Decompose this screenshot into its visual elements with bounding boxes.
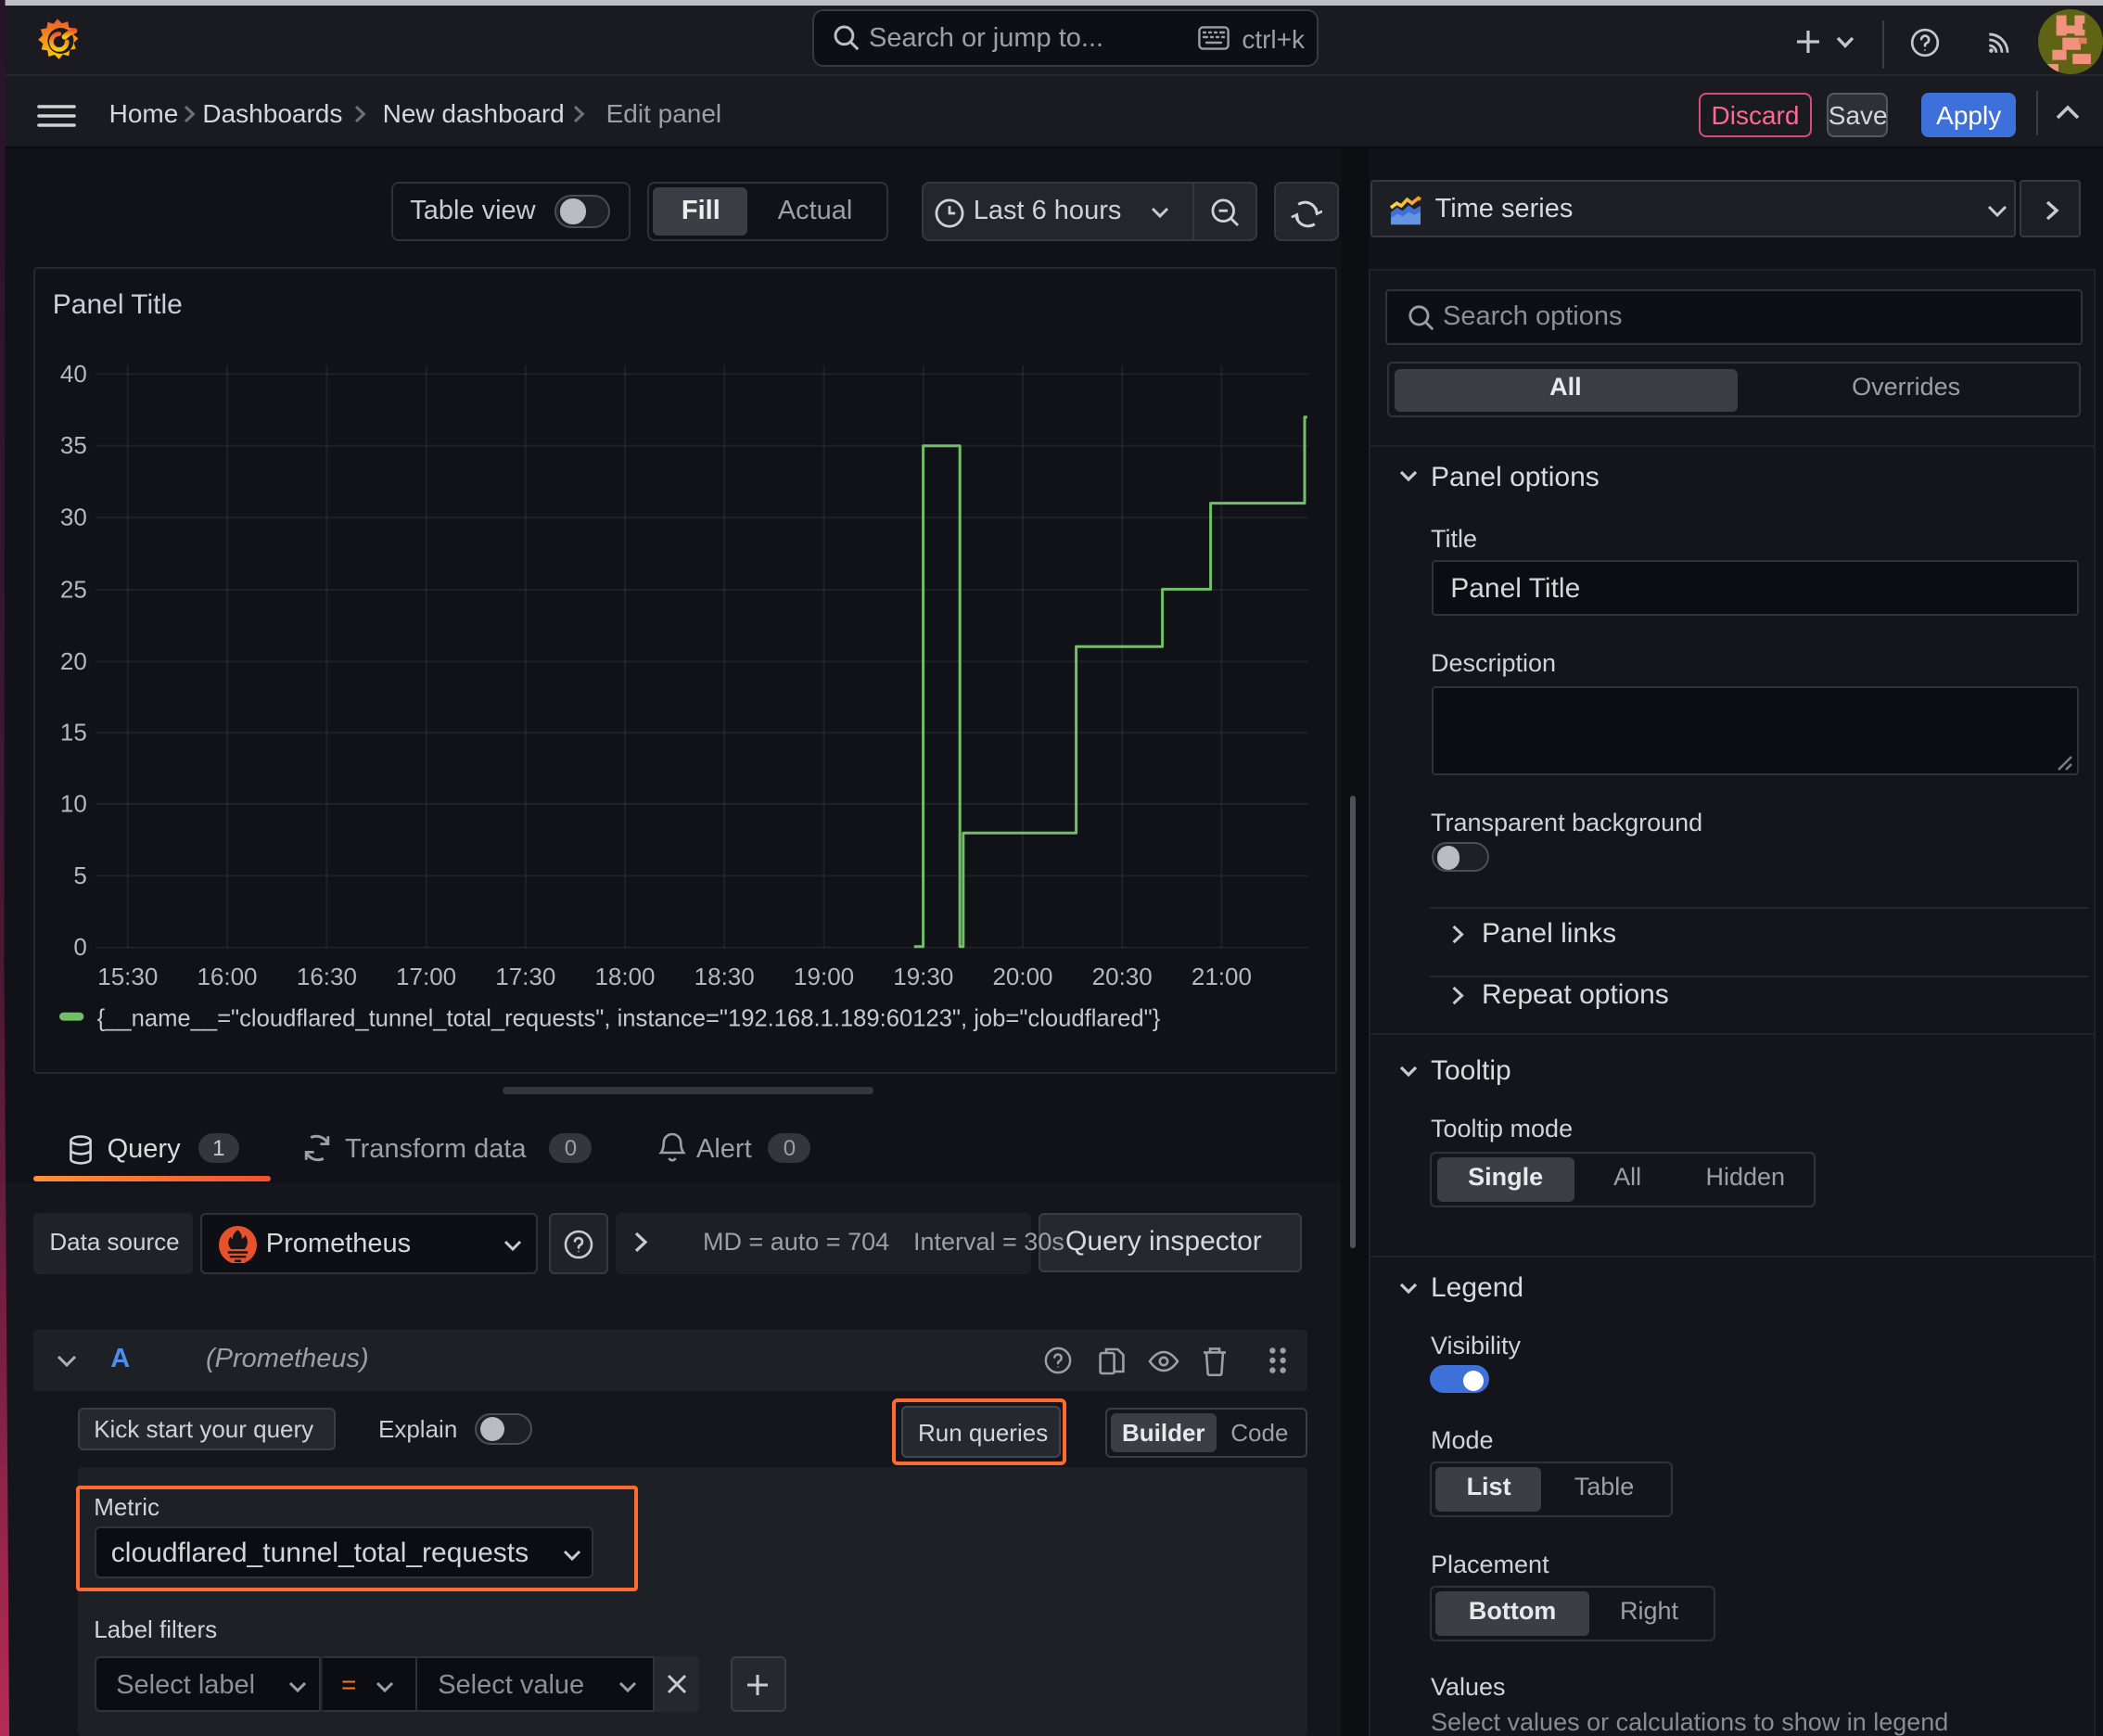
- svg-text:15:30: 15:30: [98, 962, 159, 989]
- svg-text:18:30: 18:30: [695, 962, 755, 989]
- svg-text:17:30: 17:30: [496, 962, 556, 989]
- svg-text:30: 30: [61, 503, 88, 530]
- svg-text:0: 0: [74, 933, 87, 961]
- svg-text:35: 35: [61, 431, 88, 459]
- svg-text:20:30: 20:30: [1092, 962, 1153, 989]
- svg-text:40: 40: [61, 359, 88, 387]
- svg-text:18:00: 18:00: [595, 962, 656, 989]
- svg-text:20: 20: [61, 646, 88, 674]
- svg-text:15: 15: [61, 718, 88, 746]
- svg-text:19:00: 19:00: [795, 962, 855, 989]
- svg-text:16:00: 16:00: [198, 962, 258, 989]
- svg-text:5: 5: [74, 861, 87, 888]
- svg-text:21:00: 21:00: [1192, 962, 1253, 989]
- svg-text:{__name__="cloudflared_tunnel_: {__name__="cloudflared_tunnel_total_requ…: [97, 1005, 1161, 1031]
- svg-text:16:30: 16:30: [298, 962, 358, 989]
- svg-text:20:00: 20:00: [993, 962, 1053, 989]
- svg-text:19:30: 19:30: [894, 962, 954, 989]
- svg-text:10: 10: [61, 789, 88, 817]
- svg-text:25: 25: [61, 575, 88, 603]
- svg-text:17:00: 17:00: [397, 962, 457, 989]
